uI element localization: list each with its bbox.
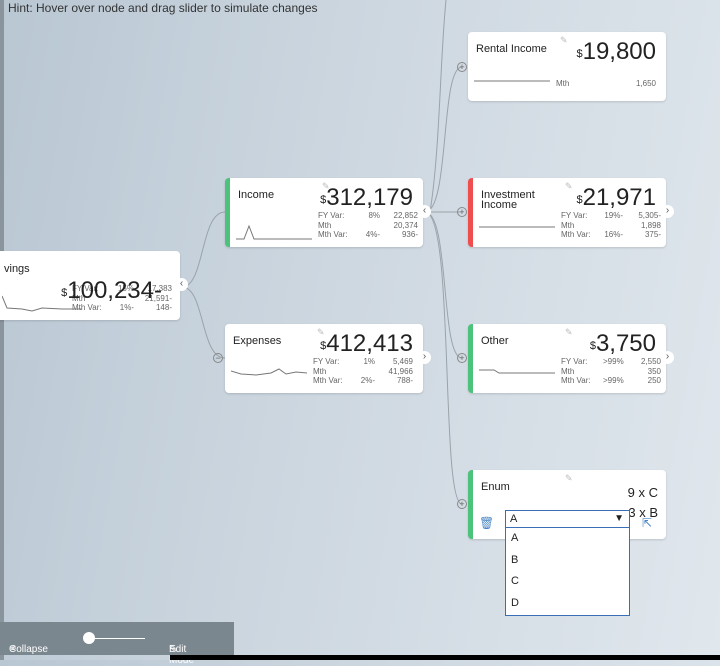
node-stats: FY Var: >99% 2,550 Mth 350 Mth Var: >99% 250 bbox=[561, 357, 661, 385]
sparkline bbox=[479, 226, 555, 228]
node-investment-income[interactable]: Investment Income ✎ $21,971 FY Var: 19%- 5… bbox=[468, 178, 674, 247]
expand-arrow-icon[interactable]: › bbox=[661, 351, 674, 364]
node-value: $21,971 bbox=[576, 184, 656, 211]
node-value: $3,750 bbox=[589, 330, 656, 357]
pencil-icon[interactable]: ✎ bbox=[565, 181, 573, 192]
bottom-edge bbox=[170, 655, 720, 660]
node-stats: Mth 1,650 bbox=[556, 79, 656, 88]
slider-handle[interactable] bbox=[83, 632, 95, 644]
pencil-icon[interactable]: ✎ bbox=[565, 327, 573, 338]
node-income[interactable]: Income ✎ $312,179 FY Var: 8% 22,852 Mth 20,… bbox=[225, 178, 431, 247]
sparkline bbox=[2, 295, 82, 312]
dropdown-caret-icon: ▼ bbox=[614, 513, 624, 524]
node-rental-income[interactable]: Rental Income ✎ $19,800 Mth 1,650 bbox=[468, 32, 666, 101]
option-a[interactable]: A bbox=[506, 528, 629, 550]
expand-plus-icon[interactable]: + bbox=[457, 499, 467, 509]
node-stats: FY Var: 19%- 5,305- Mth 1,898 Mth Var: 16%- 3… bbox=[561, 211, 661, 239]
enum-options-list: A B C D bbox=[505, 528, 630, 616]
node-title: Enum bbox=[481, 481, 510, 493]
sparkline bbox=[231, 368, 307, 376]
node-value: $312,179 bbox=[320, 184, 413, 211]
slider-track[interactable] bbox=[90, 638, 145, 639]
node-savings[interactable]: vings FY Var: 15% 17,383 Mth 21,591- Mth Va… bbox=[0, 251, 188, 320]
pencil-icon[interactable]: ✎ bbox=[560, 35, 568, 46]
option-b[interactable]: B bbox=[506, 550, 629, 572]
expand-plus-icon[interactable]: + bbox=[457, 207, 467, 217]
share-icon[interactable]: ⇱ bbox=[642, 516, 652, 530]
node-title: Other bbox=[481, 335, 509, 347]
collapse-arrow-icon[interactable]: ‹ bbox=[418, 205, 431, 218]
pencil-icon[interactable]: ✎ bbox=[565, 473, 573, 484]
option-d[interactable]: D bbox=[506, 593, 629, 615]
sparkline bbox=[236, 224, 312, 240]
trash-icon[interactable]: 🗑 bbox=[479, 516, 494, 530]
node-value: $19,800 bbox=[576, 38, 656, 65]
node-other[interactable]: Other ✎ $3,750 FY Var: >99% 2,550 Mth 350 M… bbox=[468, 324, 674, 393]
node-title: Investment Income bbox=[481, 189, 535, 211]
node-stats: FY Var: 8% 22,852 Mth 20,374 Mth Var: 4%- 936… bbox=[318, 211, 418, 239]
enum-select[interactable]: A ▼ bbox=[505, 510, 630, 528]
node-title: vings bbox=[4, 263, 30, 275]
sparkline bbox=[474, 80, 550, 82]
expand-arrow-icon[interactable]: › bbox=[661, 205, 674, 218]
node-stats: FY Var: 1% 5,469 Mth 41,966 Mth Var: 2%- 788- bbox=[313, 357, 413, 385]
sparkline bbox=[479, 369, 555, 374]
collapse-minus-icon[interactable]: − bbox=[213, 353, 223, 363]
node-title: Expenses bbox=[233, 335, 282, 347]
node-title: Income bbox=[238, 189, 275, 201]
node-expenses[interactable]: Expenses ✎ $412,413 FY Var: 1% 5,469 Mth 41… bbox=[225, 324, 431, 393]
expand-arrow-icon[interactable]: › bbox=[418, 351, 431, 364]
option-c[interactable]: C bbox=[506, 571, 629, 593]
collapse-arrow-icon[interactable]: ‹ bbox=[175, 278, 188, 291]
expand-plus-icon[interactable]: + bbox=[457, 353, 467, 363]
footer-toolbar: ⚭ Collapse ✎ Edit Mode bbox=[0, 622, 234, 666]
expand-plus-icon[interactable]: + bbox=[457, 62, 467, 72]
node-value: $412,413 bbox=[320, 330, 413, 357]
